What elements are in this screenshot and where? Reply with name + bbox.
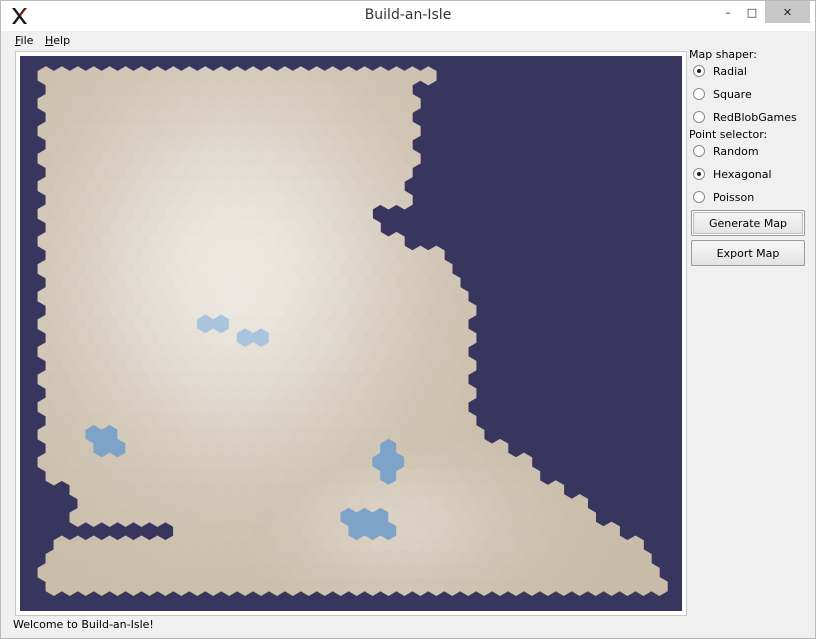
radio-radial[interactable]: Radial xyxy=(693,63,811,79)
radio-redblobgames[interactable]: RedBlobGames xyxy=(693,109,811,125)
radio-indicator xyxy=(693,191,705,203)
radio-indicator xyxy=(693,168,705,180)
maximize-icon: □ xyxy=(746,5,758,19)
map-hex-grid[interactable] xyxy=(16,52,686,615)
point-selector-label: Point selector: xyxy=(689,128,768,141)
radio-hexagonal[interactable]: Hexagonal xyxy=(693,166,811,182)
close-icon: ✕ xyxy=(782,5,793,19)
minimize-icon: – xyxy=(725,5,731,19)
maximize-button[interactable]: □ xyxy=(739,1,765,23)
map-shaper-label: Map shaper: xyxy=(689,48,757,61)
title-bar[interactable]: Build-an-Isle – □ ✕ xyxy=(1,1,815,31)
radio-random[interactable]: Random xyxy=(693,143,811,159)
map-canvas[interactable] xyxy=(15,51,687,616)
radio-indicator xyxy=(693,111,705,123)
export-map-button[interactable]: Export Map xyxy=(691,240,805,266)
minimize-button[interactable]: – xyxy=(715,1,741,23)
radio-square[interactable]: Square xyxy=(693,86,811,102)
radio-poisson[interactable]: Poisson xyxy=(693,189,811,205)
app-window: Build-an-Isle – □ ✕ File Help Map shaper… xyxy=(0,0,816,639)
menu-file[interactable]: File xyxy=(15,34,33,47)
radio-indicator xyxy=(693,88,705,100)
radio-indicator xyxy=(693,65,705,77)
window-title: Build-an-Isle xyxy=(364,7,452,23)
menu-help[interactable]: Help xyxy=(45,34,70,47)
radio-indicator xyxy=(693,145,705,157)
status-bar: Welcome to Build-an-Isle! xyxy=(13,618,154,631)
close-button[interactable]: ✕ xyxy=(765,1,810,23)
generate-map-button[interactable]: Generate Map xyxy=(691,210,805,236)
